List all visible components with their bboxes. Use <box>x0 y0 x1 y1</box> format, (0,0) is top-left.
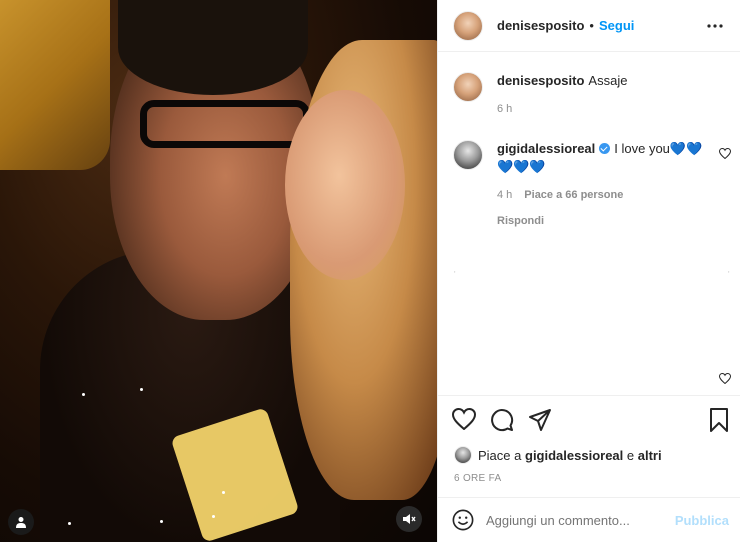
post-video[interactable] <box>0 0 437 542</box>
liker-username[interactable]: gigidalessioreal <box>525 448 623 463</box>
reply-button[interactable]: Rispondi <box>497 212 707 230</box>
heart-icon[interactable] <box>719 373 731 384</box>
sparkle <box>222 491 225 494</box>
woman-face <box>285 90 405 280</box>
sparkle <box>140 388 143 391</box>
more-horizontal-icon <box>707 24 723 28</box>
sparkle <box>212 515 215 518</box>
scroll-marker: ' <box>454 270 456 279</box>
post-comment-button[interactable]: Pubblica <box>675 513 729 528</box>
post-timestamp[interactable]: 6 ORE FA <box>454 473 501 484</box>
comment-time[interactable]: 4 h <box>497 186 512 204</box>
volume-muted-icon <box>403 514 416 524</box>
sparkle <box>82 393 85 396</box>
post-header: denisesposito • Segui <box>438 0 740 52</box>
add-comment-bar: Pubblica <box>438 497 740 542</box>
more-options-button[interactable] <box>705 16 725 36</box>
sparkle <box>160 520 163 523</box>
background-lamp <box>0 0 110 170</box>
liker-avatar[interactable] <box>454 446 472 464</box>
scroll-marker: ' <box>728 270 730 279</box>
glasses <box>140 100 310 148</box>
comment-like-heart-icon[interactable] <box>719 148 731 159</box>
caption-username[interactable]: denisesposito <box>497 73 584 88</box>
heart-icon[interactable] <box>452 408 476 430</box>
author-username[interactable]: denisesposito <box>497 18 584 33</box>
likes-others[interactable]: altri <box>638 448 662 463</box>
author-avatar[interactable] <box>453 10 483 41</box>
comment-likes[interactable]: Piace a 66 persone <box>524 186 623 204</box>
caption: denisesposito Assaje 6 h <box>453 72 707 118</box>
caption-time[interactable]: 6 h <box>497 100 512 118</box>
man-hair <box>118 0 308 95</box>
send-icon[interactable] <box>528 408 552 432</box>
comment-item: gigidalessioreal I love you💙💙💙💙💙 4 h Piac… <box>453 140 707 230</box>
sparkle <box>68 522 71 525</box>
user-icon <box>16 517 26 528</box>
post-sidebar: denisesposito • Segui denisesposito Assaj… <box>437 0 740 542</box>
emoji-icon[interactable] <box>452 509 474 531</box>
follow-button[interactable]: Segui <box>599 18 634 33</box>
likes-connector: e <box>626 447 635 463</box>
author-avatar[interactable] <box>453 72 483 102</box>
separator-dot: • <box>589 18 594 33</box>
verified-badge-icon <box>599 143 611 154</box>
caption-text: Assaje <box>588 73 628 88</box>
likes-summary: Piace a gigidalessioreal e altri <box>454 446 662 464</box>
bookmark-icon[interactable] <box>709 408 729 432</box>
commenter-avatar[interactable] <box>453 140 483 170</box>
commenter-username[interactable]: gigidalessioreal <box>497 141 595 156</box>
comment-input[interactable] <box>486 512 675 528</box>
tagged-users-button[interactable] <box>8 509 34 535</box>
comment-icon[interactable] <box>490 408 514 432</box>
likes-prefix: Piace a <box>478 447 522 463</box>
mute-button[interactable] <box>396 506 422 532</box>
